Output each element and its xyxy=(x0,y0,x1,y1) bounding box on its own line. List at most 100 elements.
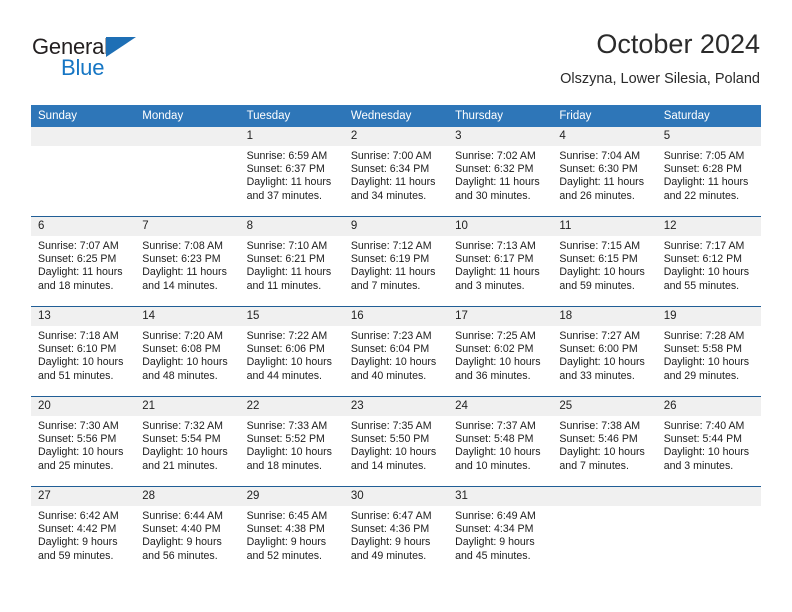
calendar-week-row: 20 Sunrise: 7:30 AM Sunset: 5:56 PM Dayligh… xyxy=(31,396,761,487)
calendar-day-cell[interactable]: 13 Sunrise: 7:18 AM Sunset: 6:10 PM Dayligh… xyxy=(31,307,136,397)
title-block: October 2024 Olszyna, Lower Silesia, Pol… xyxy=(560,28,760,89)
sunrise-time: Sunrise: 6:47 AM xyxy=(350,510,432,522)
sunrise-time: Sunrise: 7:38 AM xyxy=(559,420,641,432)
calendar-day-cell[interactable]: 6 Sunrise: 7:07 AM Sunset: 6:25 PM Daylight… xyxy=(31,217,136,307)
daylight-duration-line2: and 21 minutes. xyxy=(142,459,218,472)
calendar-day-cell[interactable]: 20 Sunrise: 7:30 AM Sunset: 5:56 PM Dayligh… xyxy=(31,397,136,487)
day-number: 13 xyxy=(31,307,136,326)
day-number: 4 xyxy=(552,127,657,146)
day-cell-inner: 30 Sunrise: 6:47 AM Sunset: 4:36 PM Dayligh… xyxy=(343,487,449,576)
day-cell-inner: 24 Sunrise: 7:37 AM Sunset: 5:48 PM Dayligh… xyxy=(448,397,553,486)
sunrise-time: Sunrise: 6:42 AM xyxy=(38,510,119,522)
daylight-duration-line2: and 18 minutes. xyxy=(246,459,322,472)
calendar-day-cell[interactable]: 15 Sunrise: 7:22 AM Sunset: 6:06 PM Dayligh… xyxy=(239,307,344,397)
daylight-duration-line2: and 25 minutes. xyxy=(38,459,114,472)
day-number xyxy=(552,487,657,506)
sunrise-time: Sunrise: 6:45 AM xyxy=(246,510,328,522)
day-cell-inner: 19 Sunrise: 7:28 AM Sunset: 5:58 PM Dayligh… xyxy=(656,307,761,396)
day-details: Sunrise: 7:23 AM Sunset: 6:04 PM Daylight:… xyxy=(344,326,448,383)
calendar-day-cell[interactable]: 5 Sunrise: 7:05 AM Sunset: 6:28 PM Daylight… xyxy=(656,127,761,217)
calendar-day-cell[interactable]: 26 Sunrise: 7:40 AM Sunset: 5:44 PM Dayligh… xyxy=(656,397,761,487)
calendar-day-cell[interactable]: 9 Sunrise: 7:12 AM Sunset: 6:19 PM Daylight… xyxy=(343,217,449,307)
day-details: Sunrise: 7:38 AM Sunset: 5:46 PM Daylight:… xyxy=(552,416,656,473)
calendar-day-cell[interactable]: 16 Sunrise: 7:23 AM Sunset: 6:04 PM Dayligh… xyxy=(343,307,449,397)
calendar-day-cell[interactable]: 14 Sunrise: 7:20 AM Sunset: 6:08 PM Dayligh… xyxy=(135,307,240,397)
calendar-day-cell[interactable]: 18 Sunrise: 7:27 AM Sunset: 6:00 PM Dayligh… xyxy=(552,307,657,397)
calendar-day-cell[interactable]: 10 Sunrise: 7:13 AM Sunset: 6:17 PM Dayligh… xyxy=(448,217,553,307)
day-number: 20 xyxy=(31,397,136,416)
calendar-day-cell[interactable]: 27 Sunrise: 6:42 AM Sunset: 4:42 PM Dayligh… xyxy=(31,487,136,577)
day-number: 21 xyxy=(135,397,240,416)
daylight-duration-line2: and 56 minutes. xyxy=(142,549,218,562)
day-details: Sunrise: 7:15 AM Sunset: 6:15 PM Daylight:… xyxy=(552,236,656,293)
calendar-day-cell[interactable]: 4 Sunrise: 7:04 AM Sunset: 6:30 PM Daylight… xyxy=(552,127,657,217)
calendar-day-cell[interactable]: 25 Sunrise: 7:38 AM Sunset: 5:46 PM Dayligh… xyxy=(552,397,657,487)
calendar-day-cell[interactable]: 1 Sunrise: 6:59 AM Sunset: 6:37 PM Daylight… xyxy=(239,127,344,217)
day-number: 28 xyxy=(135,487,240,506)
page-header: General Blue October 2024 Olszyna, Lower… xyxy=(32,28,760,98)
calendar-day-cell[interactable]: 28 Sunrise: 6:44 AM Sunset: 4:40 PM Dayligh… xyxy=(135,487,240,577)
daylight-duration-line1: Daylight: 10 hours xyxy=(246,446,332,459)
daylight-duration-line1: Daylight: 10 hours xyxy=(663,446,750,459)
day-number: 10 xyxy=(448,217,553,236)
daylight-duration-line1: Daylight: 10 hours xyxy=(142,446,228,459)
calendar-day-cell[interactable]: 3 Sunrise: 7:02 AM Sunset: 6:32 PM Daylight… xyxy=(448,127,553,217)
day-cell-inner: 17 Sunrise: 7:25 AM Sunset: 6:02 PM Dayligh… xyxy=(448,307,553,396)
sunset-time: Sunset: 6:15 PM xyxy=(559,253,638,266)
calendar-day-cell[interactable]: 7 Sunrise: 7:08 AM Sunset: 6:23 PM Daylight… xyxy=(135,217,240,307)
calendar-day-cell[interactable]: 8 Sunrise: 7:10 AM Sunset: 6:21 PM Daylight… xyxy=(239,217,344,307)
day-cell-inner: 11 Sunrise: 7:15 AM Sunset: 6:15 PM Dayligh… xyxy=(552,217,657,306)
sunset-time: Sunset: 6:00 PM xyxy=(559,343,638,356)
calendar-day-cell[interactable]: 21 Sunrise: 7:32 AM Sunset: 5:54 PM Dayligh… xyxy=(135,397,240,487)
day-cell-inner: 12 Sunrise: 7:17 AM Sunset: 6:12 PM Dayligh… xyxy=(656,217,761,306)
sunset-time: Sunset: 6:23 PM xyxy=(142,253,221,266)
daylight-duration-line1: Daylight: 10 hours xyxy=(455,356,541,369)
weekday-header-friday: Friday xyxy=(552,105,657,127)
daylight-duration-line2: and 3 minutes. xyxy=(663,459,734,472)
day-cell-inner: 16 Sunrise: 7:23 AM Sunset: 6:04 PM Dayligh… xyxy=(343,307,449,396)
day-cell-inner: 14 Sunrise: 7:20 AM Sunset: 6:08 PM Dayligh… xyxy=(135,307,240,396)
calendar-day-cell[interactable]: 12 Sunrise: 7:17 AM Sunset: 6:12 PM Dayligh… xyxy=(656,217,761,307)
sunrise-time: Sunrise: 7:35 AM xyxy=(350,420,432,432)
calendar-day-cell[interactable]: 2 Sunrise: 7:00 AM Sunset: 6:34 PM Daylight… xyxy=(343,127,449,217)
calendar-day-cell[interactable]: 11 Sunrise: 7:15 AM Sunset: 6:15 PM Dayligh… xyxy=(552,217,657,307)
sunset-time: Sunset: 4:36 PM xyxy=(350,523,430,536)
day-details: Sunrise: 7:37 AM Sunset: 5:48 PM Daylight:… xyxy=(448,416,552,473)
calendar-header-row: Sunday Monday Tuesday Wednesday Thursday… xyxy=(31,105,761,127)
calendar-page: General Blue October 2024 Olszyna, Lower… xyxy=(0,0,792,612)
sunrise-time: Sunrise: 7:33 AM xyxy=(246,420,328,432)
calendar-day-cell[interactable]: 22 Sunrise: 7:33 AM Sunset: 5:52 PM Dayligh… xyxy=(239,397,344,487)
daylight-duration-line2: and 11 minutes. xyxy=(246,279,322,292)
day-details: Sunrise: 7:20 AM Sunset: 6:08 PM Daylight:… xyxy=(135,326,239,383)
sunrise-time: Sunrise: 6:59 AM xyxy=(246,150,328,162)
day-number: 19 xyxy=(656,307,761,326)
daylight-duration-line2: and 7 minutes. xyxy=(350,279,421,292)
calendar-day-cell[interactable]: 19 Sunrise: 7:28 AM Sunset: 5:58 PM Dayligh… xyxy=(656,307,761,397)
daylight-duration-line1: Daylight: 10 hours xyxy=(246,356,332,369)
daylight-duration-line1: Daylight: 10 hours xyxy=(663,356,750,369)
sunset-time: Sunset: 6:28 PM xyxy=(663,163,743,176)
calendar-day-cell[interactable]: 29 Sunrise: 6:45 AM Sunset: 4:38 PM Dayligh… xyxy=(239,487,344,577)
calendar-day-cell[interactable]: 24 Sunrise: 7:37 AM Sunset: 5:48 PM Dayligh… xyxy=(448,397,553,487)
calendar-day-cell[interactable]: 17 Sunrise: 7:25 AM Sunset: 6:02 PM Dayligh… xyxy=(448,307,553,397)
sunrise-time: Sunrise: 7:15 AM xyxy=(559,240,641,252)
day-cell-inner xyxy=(135,127,240,216)
day-number: 3 xyxy=(448,127,553,146)
sunset-time: Sunset: 6:30 PM xyxy=(559,163,638,176)
daylight-duration-line1: Daylight: 11 hours xyxy=(142,266,227,279)
daylight-duration-line1: Daylight: 10 hours xyxy=(38,446,124,459)
calendar-day-cell[interactable]: 31 Sunrise: 6:49 AM Sunset: 4:34 PM Dayligh… xyxy=(448,487,553,577)
sunset-time: Sunset: 5:58 PM xyxy=(663,343,743,356)
sunset-time: Sunset: 5:48 PM xyxy=(455,433,534,446)
calendar-day-cell[interactable]: 23 Sunrise: 7:35 AM Sunset: 5:50 PM Dayligh… xyxy=(343,397,449,487)
daylight-duration-line2: and 18 minutes. xyxy=(38,279,114,292)
calendar-day-cell[interactable]: 30 Sunrise: 6:47 AM Sunset: 4:36 PM Dayligh… xyxy=(343,487,449,577)
daylight-duration-line1: Daylight: 10 hours xyxy=(350,356,437,369)
day-details: Sunrise: 6:59 AM Sunset: 6:37 PM Daylight:… xyxy=(240,146,344,203)
day-cell-inner: 20 Sunrise: 7:30 AM Sunset: 5:56 PM Dayligh… xyxy=(31,397,136,486)
day-cell-inner: 27 Sunrise: 6:42 AM Sunset: 4:42 PM Dayligh… xyxy=(31,487,136,576)
day-details: Sunrise: 7:05 AM Sunset: 6:28 PM Daylight:… xyxy=(657,146,761,203)
daylight-duration-line2: and 52 minutes. xyxy=(246,549,322,562)
daylight-duration-line2: and 10 minutes. xyxy=(455,459,531,472)
day-number: 15 xyxy=(239,307,344,326)
